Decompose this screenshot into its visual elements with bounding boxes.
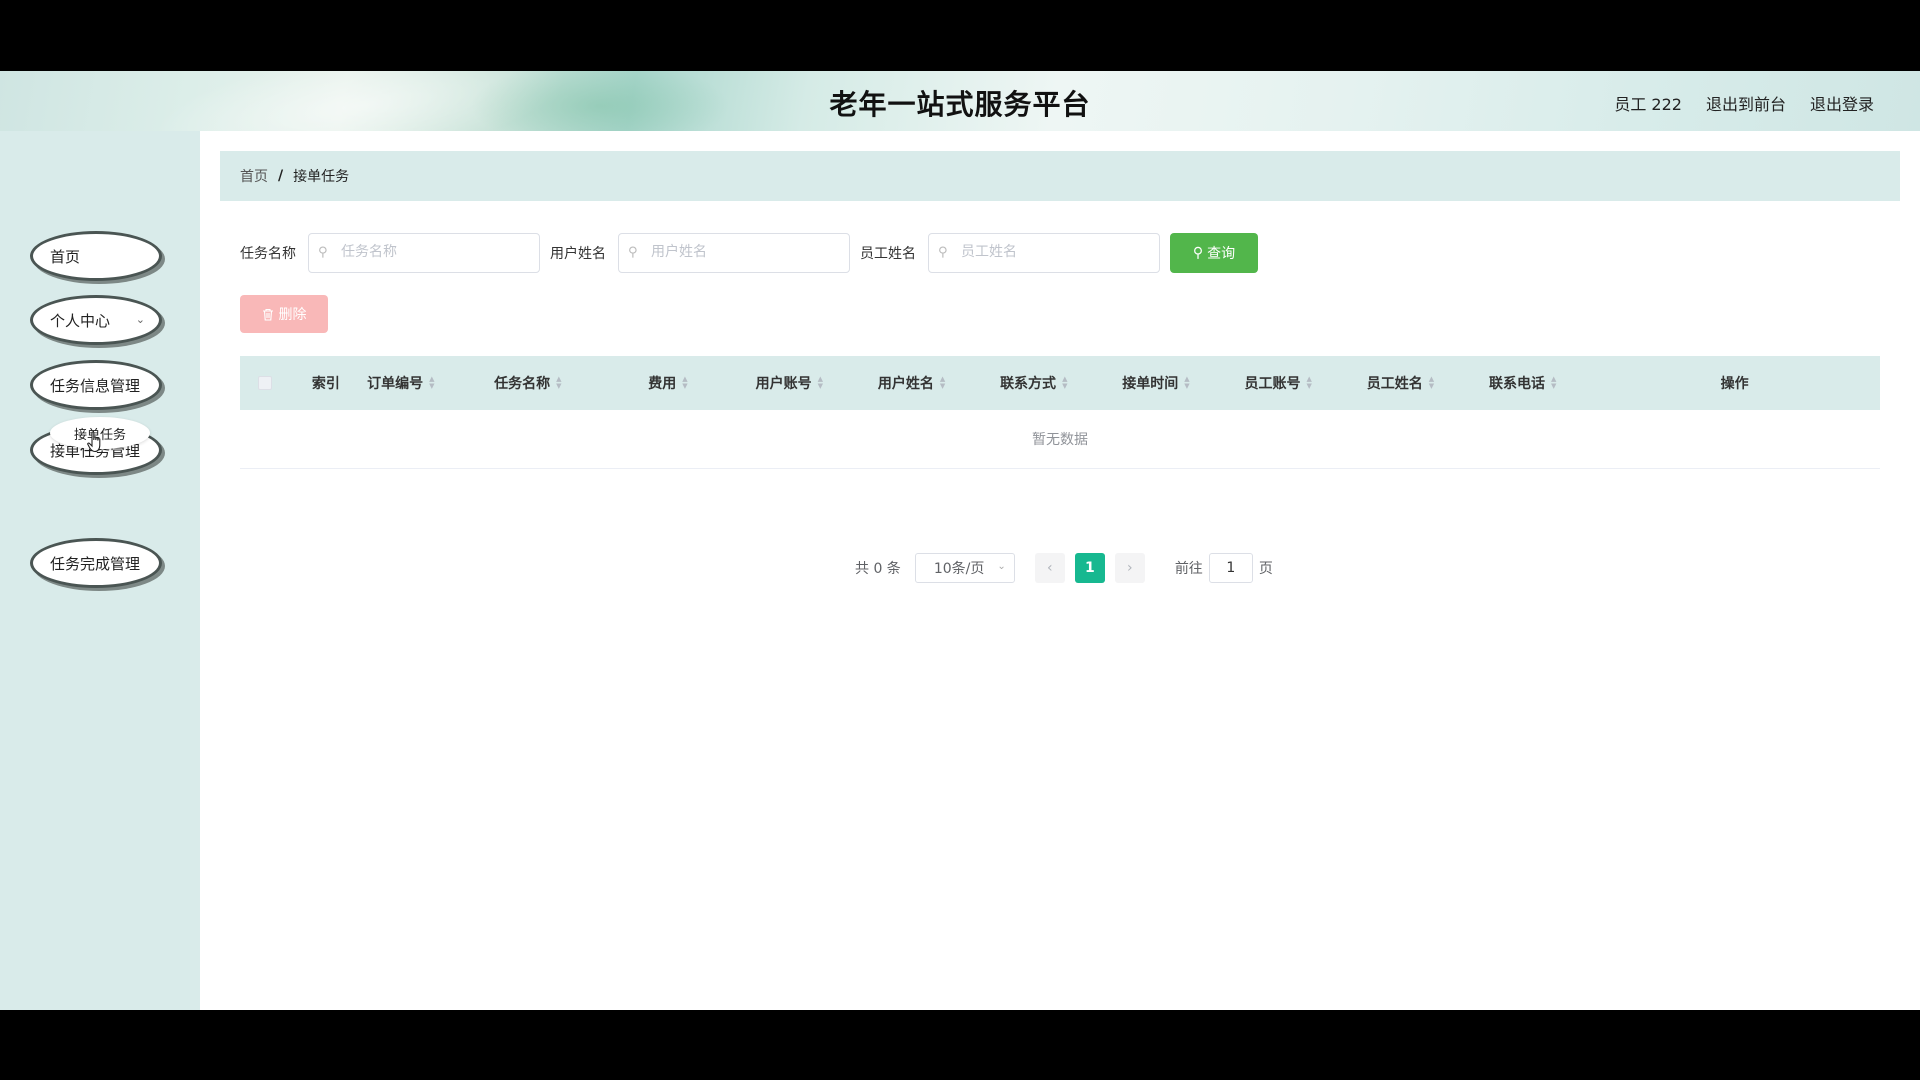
column-label: 任务名称 bbox=[494, 376, 551, 392]
chevron-down-icon: ⌄ bbox=[135, 313, 145, 326]
sort-icon[interactable]: ▲ ▼ bbox=[1184, 376, 1189, 390]
goto-page-input[interactable]: 1 bbox=[1208, 553, 1253, 583]
column-label: 员工姓名 bbox=[1366, 376, 1423, 392]
table-empty-row: 暂无数据 bbox=[240, 410, 1880, 469]
page-suffix: 页 bbox=[1258, 561, 1273, 577]
sort-icon[interactable]: ▲ ▼ bbox=[682, 376, 687, 390]
column-header-order-number[interactable]: 订单编号 ▲ ▼ bbox=[362, 356, 489, 410]
column-header-user-name[interactable]: 用户姓名 ▲ ▼ bbox=[856, 356, 978, 410]
breadcrumb-home-link[interactable]: 首页 bbox=[240, 166, 268, 186]
order-task-table: 索引 订单编号 ▲ ▼ 任务名称 ▲ ▼ 费用 ▲ ▼ 用户账号 ▲ ▼ 用户姓… bbox=[240, 356, 1880, 469]
column-header-fee[interactable]: 费用 ▲ ▼ bbox=[611, 356, 733, 410]
column-label: 联系电话 bbox=[1489, 376, 1545, 392]
column-header-order-time[interactable]: 接单时间 ▲ ▼ bbox=[1100, 356, 1222, 410]
empty-text: 暂无数据 bbox=[1032, 432, 1088, 448]
sort-icon[interactable]: ▲ ▼ bbox=[940, 376, 945, 390]
user-name-field: ⚲ bbox=[618, 233, 850, 273]
column-header-contact[interactable]: 联系方式 ▲ ▼ bbox=[978, 356, 1100, 410]
breadcrumb-separator: / bbox=[278, 168, 284, 184]
staff-name-field: ⚲ bbox=[928, 233, 1160, 273]
breadcrumb: 首页 / 接单任务 bbox=[220, 151, 1900, 201]
page-number-current[interactable]: 1 bbox=[1074, 553, 1105, 583]
search-icon: ⚲ bbox=[628, 245, 638, 260]
column-label: 操作 bbox=[1720, 376, 1749, 392]
task-name-field: ⚲ bbox=[308, 233, 540, 273]
sort-icon[interactable]: ▲ ▼ bbox=[1429, 376, 1434, 390]
column-header-index: 索引 bbox=[290, 356, 362, 410]
sidebar: 首页 个人中心 ⌄ 任务信息管理 接单任务管理 接单任务 任务完成管理 bbox=[0, 131, 200, 1010]
user-name-input[interactable] bbox=[649, 243, 843, 261]
column-label: 用户姓名 bbox=[877, 376, 934, 392]
app-window: 老年一站式服务平台 员工 222 退出到前台 退出登录 首页 个人中心 ⌄ 任务… bbox=[0, 71, 1920, 1010]
sidebar-item-label: 任务完成管理 bbox=[50, 554, 141, 573]
search-icon: ⚲ bbox=[318, 245, 328, 260]
delete-button-label: 删除 bbox=[278, 307, 307, 323]
select-all-checkbox[interactable] bbox=[257, 376, 272, 390]
search-icon: ⚲ bbox=[938, 245, 948, 260]
column-label: 费用 bbox=[648, 376, 677, 392]
sidebar-item-label: 任务信息管理 bbox=[50, 376, 141, 395]
column-label: 接单时间 bbox=[1122, 376, 1179, 392]
goto-label: 前往 bbox=[1174, 561, 1203, 577]
header-actions: 员工 222 退出到前台 退出登录 bbox=[1614, 91, 1874, 115]
column-header-phone[interactable]: 联系电话 ▲ ▼ bbox=[1467, 356, 1589, 410]
chevron-right-icon: › bbox=[1127, 560, 1133, 576]
sidebar-item-home[interactable]: 首页 bbox=[30, 231, 162, 281]
column-header-user-account[interactable]: 用户账号 ▲ ▼ bbox=[734, 356, 856, 410]
column-header-actions: 操作 bbox=[1589, 356, 1880, 410]
header: 老年一站式服务平台 员工 222 退出到前台 退出登录 bbox=[0, 71, 1920, 131]
trash-icon bbox=[262, 308, 273, 321]
chevron-left-icon: ‹ bbox=[1047, 560, 1053, 576]
task-name-label: 任务名称 bbox=[240, 246, 296, 262]
current-user: 员工 222 bbox=[1614, 95, 1682, 114]
column-label: 员工账号 bbox=[1244, 376, 1301, 392]
prev-page-button[interactable]: ‹ bbox=[1034, 553, 1065, 583]
column-header-task-name[interactable]: 任务名称 ▲ ▼ bbox=[489, 356, 611, 410]
delete-button[interactable]: 删除 bbox=[240, 295, 328, 333]
sidebar-item-label: 首页 bbox=[50, 247, 81, 266]
pagination: 共 0 条 10条/页 ⌄ ‹ 1 › 前往 1 页 bbox=[855, 553, 1273, 583]
main-content: 首页 / 接单任务 任务名称 ⚲ 用户姓名 ⚲ 员工姓名 ⚲ ⚲ 查询 bbox=[200, 131, 1920, 1010]
query-button[interactable]: ⚲ 查询 bbox=[1170, 233, 1258, 273]
page-size-value: 10条/页 bbox=[933, 561, 985, 577]
column-header-staff-name[interactable]: 员工姓名 ▲ ▼ bbox=[1345, 356, 1467, 410]
staff-name-input[interactable] bbox=[959, 243, 1153, 261]
total-count: 共 0 条 bbox=[855, 561, 901, 577]
sort-icon[interactable]: ▲ ▼ bbox=[1551, 376, 1556, 390]
select-all-checkbox-cell bbox=[240, 356, 290, 410]
column-label: 联系方式 bbox=[1000, 376, 1057, 392]
search-icon: ⚲ bbox=[1192, 245, 1204, 261]
chevron-down-icon: ⌄ bbox=[997, 561, 1006, 572]
task-name-input[interactable] bbox=[339, 243, 533, 261]
user-name-label: 用户姓名 bbox=[550, 246, 606, 262]
page-size-select[interactable]: 10条/页 ⌄ bbox=[914, 553, 1015, 583]
sidebar-item-label: 个人中心 bbox=[50, 311, 111, 330]
query-button-label: 查询 bbox=[1207, 246, 1236, 262]
hand-cursor-icon bbox=[87, 431, 101, 453]
sort-icon[interactable]: ▲ ▼ bbox=[1062, 376, 1067, 390]
sort-icon[interactable]: ▲ ▼ bbox=[556, 376, 561, 390]
exit-to-front-link[interactable]: 退出到前台 bbox=[1706, 91, 1786, 115]
sidebar-item-task-complete-management[interactable]: 任务完成管理 bbox=[30, 538, 162, 588]
column-label: 用户账号 bbox=[755, 376, 812, 392]
logout-link[interactable]: 退出登录 bbox=[1810, 91, 1874, 115]
search-bar: 任务名称 ⚲ 用户姓名 ⚲ 员工姓名 ⚲ ⚲ 查询 bbox=[240, 233, 1258, 273]
table-header: 索引 订单编号 ▲ ▼ 任务名称 ▲ ▼ 费用 ▲ ▼ 用户账号 ▲ ▼ 用户姓… bbox=[240, 356, 1880, 410]
column-label: 订单编号 bbox=[367, 376, 424, 392]
sidebar-item-personal-center[interactable]: 个人中心 ⌄ bbox=[30, 295, 162, 345]
breadcrumb-current: 接单任务 bbox=[293, 169, 350, 185]
next-page-button[interactable]: › bbox=[1114, 553, 1145, 583]
sidebar-item-task-info-management[interactable]: 任务信息管理 bbox=[30, 360, 162, 410]
staff-name-label: 员工姓名 bbox=[860, 246, 916, 262]
column-label: 索引 bbox=[311, 376, 340, 392]
sort-icon[interactable]: ▲ ▼ bbox=[1307, 376, 1312, 390]
sort-icon[interactable]: ▲ ▼ bbox=[818, 376, 823, 390]
sort-icon[interactable]: ▲ ▼ bbox=[429, 376, 434, 390]
column-header-staff-account[interactable]: 员工账号 ▲ ▼ bbox=[1223, 356, 1345, 410]
